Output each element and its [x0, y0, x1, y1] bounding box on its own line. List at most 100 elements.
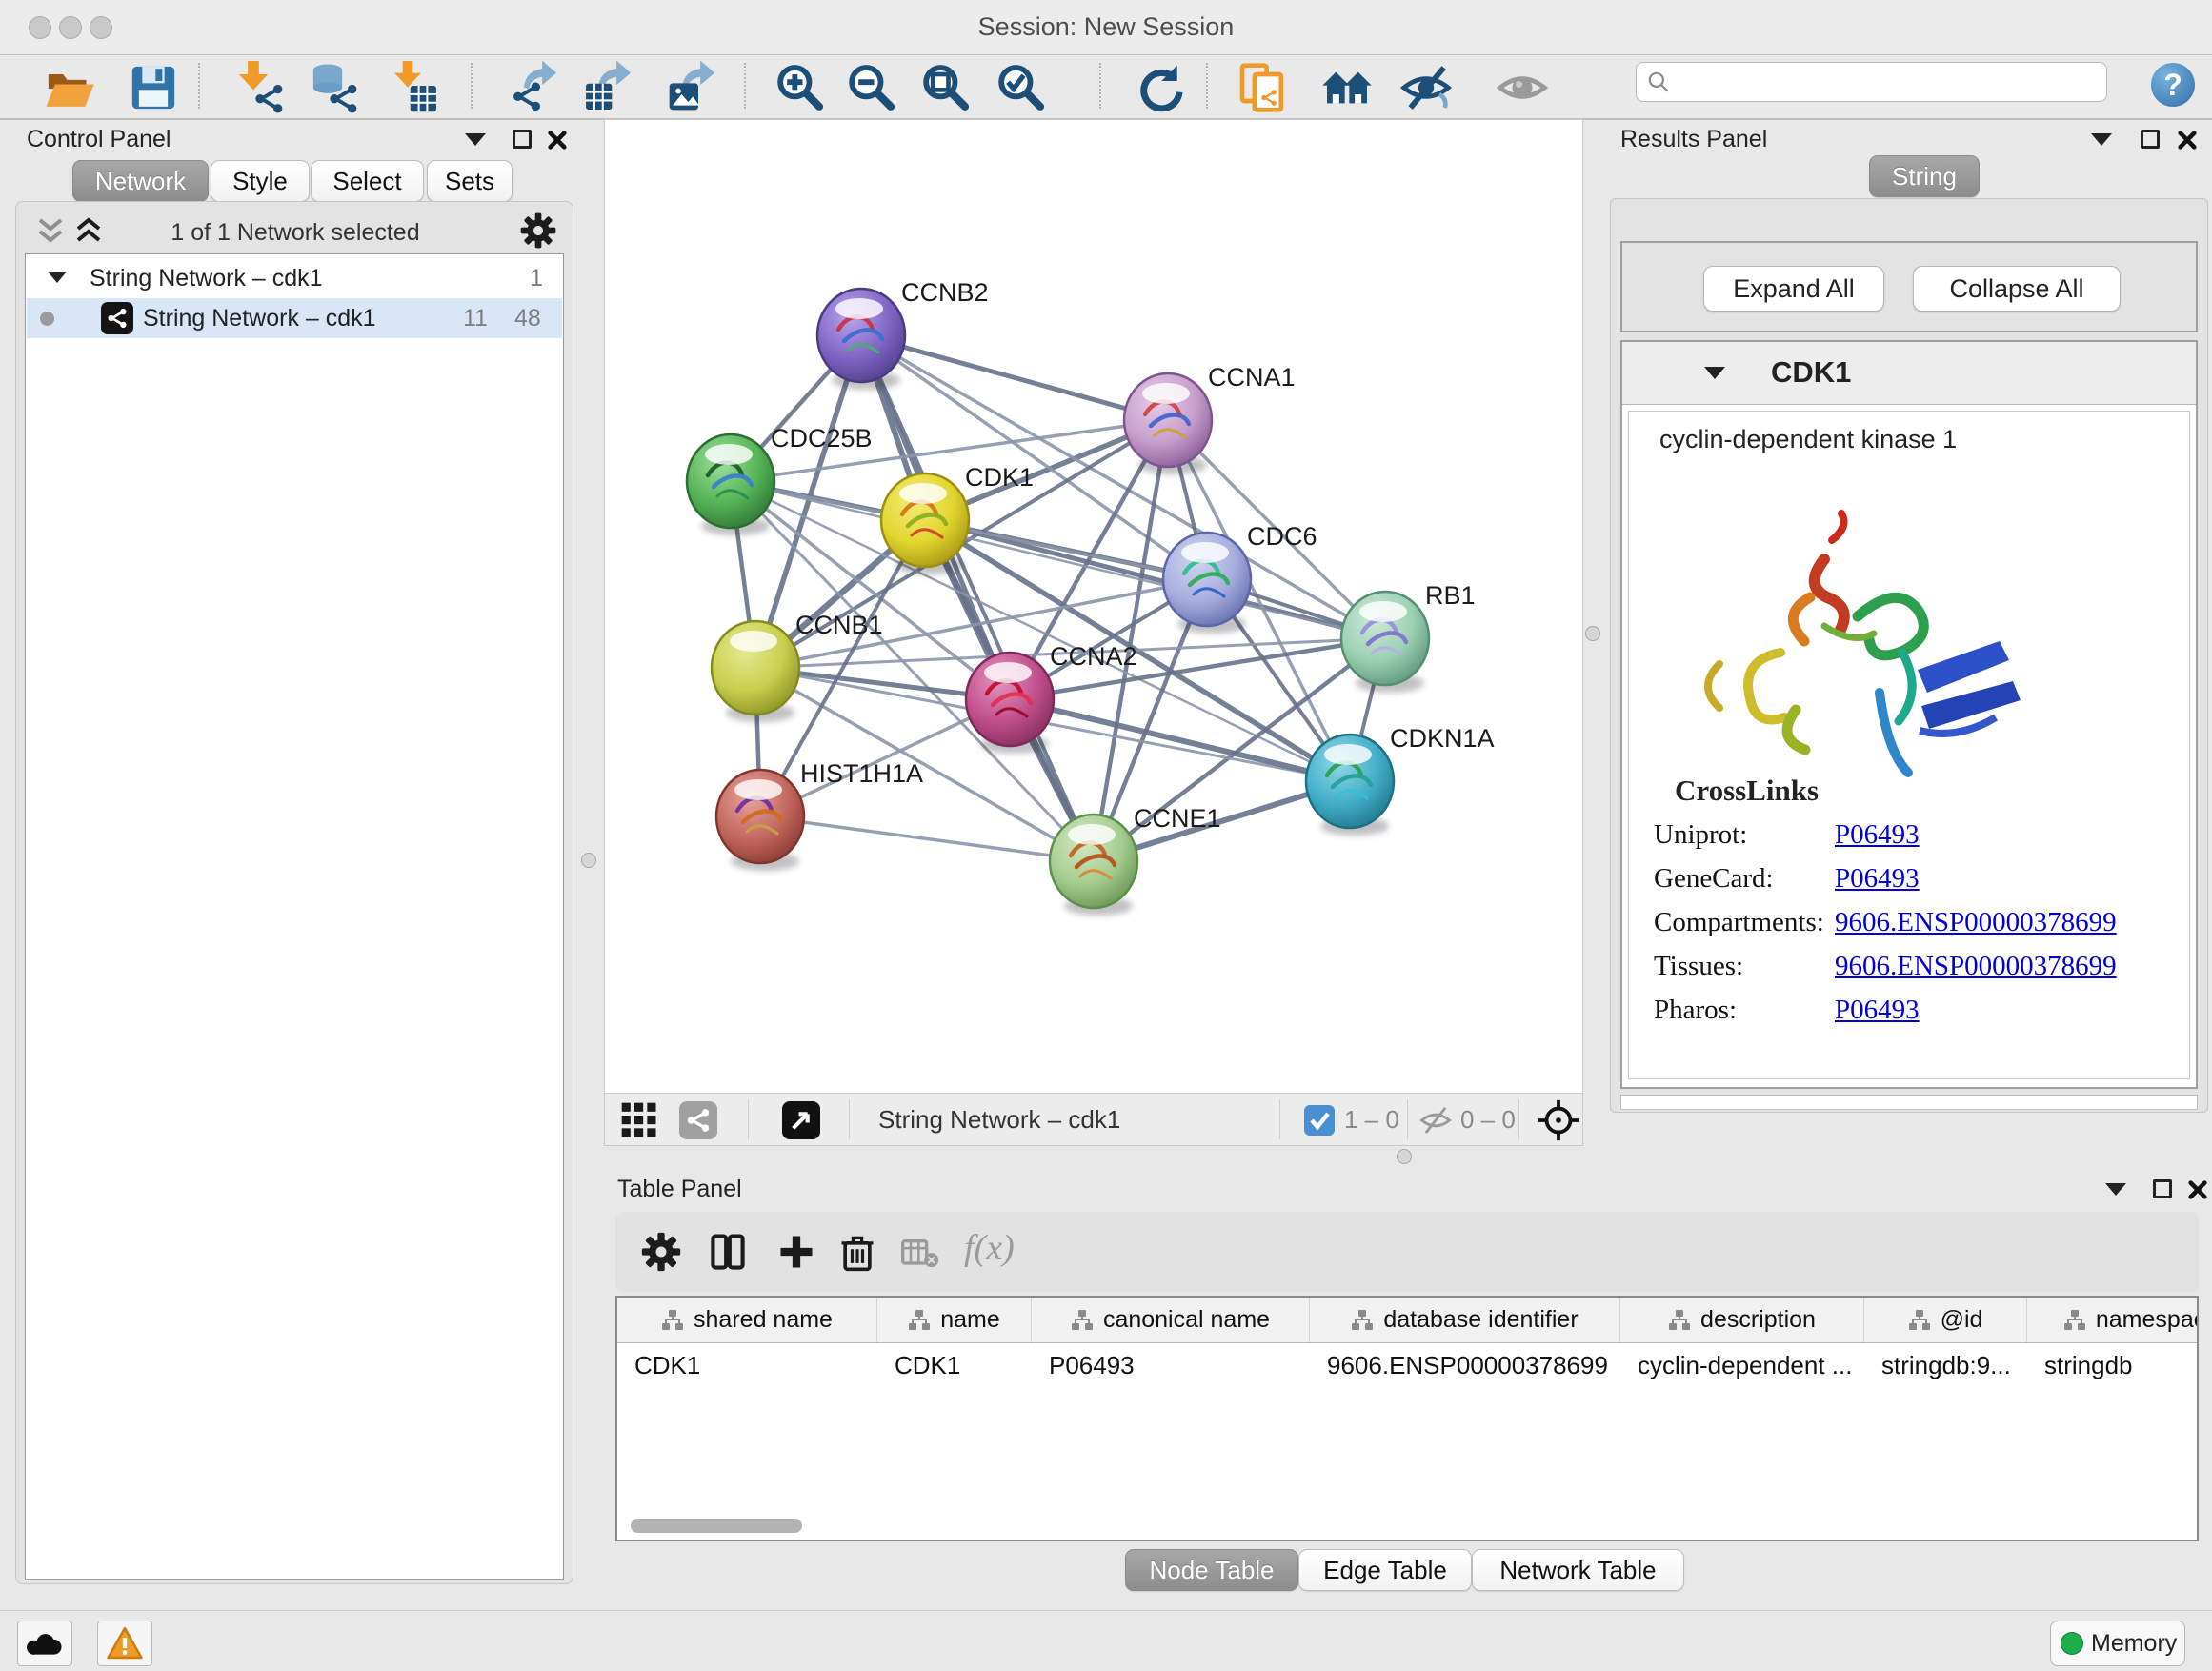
edge-hist1h1a-ccne1[interactable]: [760, 816, 1094, 861]
node-label-ccna2: CCNA2: [1050, 642, 1137, 671]
create-column-plus-icon[interactable]: [775, 1231, 817, 1273]
panel-float-icon[interactable]: [513, 130, 532, 149]
tab-style[interactable]: Style: [211, 160, 310, 202]
node-result-header[interactable]: CDK1: [1622, 342, 2196, 405]
node-ccnb1[interactable]: CCNB1: [712, 611, 883, 722]
collapse-all-button[interactable]: Collapse All: [1913, 266, 2121, 312]
import-network-database-icon[interactable]: [308, 61, 361, 114]
crosslink-link[interactable]: 9606.ENSP00000378699: [1835, 951, 2117, 982]
crosslink-link[interactable]: P06493: [1835, 819, 1920, 851]
column-header-shared-name[interactable]: shared name: [617, 1298, 877, 1342]
table-row[interactable]: CDK1CDK1P064939606.ENSP00000378699cyclin…: [617, 1343, 2197, 1387]
column-header-id[interactable]: @id: [1864, 1298, 2027, 1342]
panel-close-icon[interactable]: [547, 130, 568, 151]
panel-float-icon[interactable]: [2153, 1179, 2172, 1198]
hidden-eye-icon[interactable]: [1418, 1105, 1453, 1136]
horizontal-splitter-handle[interactable]: [1397, 1149, 1412, 1164]
table-cell[interactable]: CDK1: [617, 1343, 877, 1387]
export-network-icon[interactable]: [507, 61, 560, 114]
column-type-icon: [1071, 1309, 1094, 1332]
panel-menu-icon[interactable]: [465, 133, 486, 146]
column-header-description[interactable]: description: [1620, 1298, 1864, 1342]
node-cdkn1a[interactable]: CDKN1A: [1306, 724, 1495, 836]
vertical-splitter-handle[interactable]: [1585, 626, 1600, 641]
memory-button[interactable]: Memory: [2050, 1621, 2185, 1666]
save-session-icon[interactable]: [127, 61, 180, 114]
table-cell[interactable]: stringdb: [2027, 1343, 2199, 1387]
node-ccne1[interactable]: CCNE1: [1050, 804, 1221, 916]
birds-eye-view-icon[interactable]: [782, 1101, 820, 1139]
network-canvas[interactable]: CCNB2CCNA1CDC25BCDK1CDC6RB1CCNB1CCNA2CDK…: [605, 120, 1582, 1093]
column-header-namespace[interactable]: namespace: [2027, 1298, 2199, 1342]
column-header-database-identifier[interactable]: database identifier: [1310, 1298, 1620, 1342]
zoom-in-icon[interactable]: [773, 61, 826, 114]
panel-menu-icon[interactable]: [2105, 1183, 2126, 1196]
table-cell[interactable]: stringdb:9...: [1864, 1343, 2027, 1387]
tab-sets[interactable]: Sets: [427, 160, 513, 202]
column-header-name[interactable]: name: [877, 1298, 1032, 1342]
first-neighbors-icon[interactable]: [1320, 61, 1374, 114]
apply-layout-icon[interactable]: [1133, 61, 1186, 114]
node-rb1[interactable]: RB1: [1341, 581, 1476, 693]
table-cell[interactable]: P06493: [1032, 1343, 1310, 1387]
column-header-canonical-name[interactable]: canonical name: [1032, 1298, 1310, 1342]
table-cell[interactable]: cyclin-dependent ...: [1620, 1343, 1864, 1387]
tab-edge-table[interactable]: Edge Table: [1298, 1549, 1472, 1591]
selected-nodes-checkbox[interactable]: [1304, 1105, 1335, 1136]
node-hist1h1a[interactable]: HIST1H1A: [716, 759, 923, 871]
help-button[interactable]: ?: [2151, 63, 2195, 107]
show-all-eye-icon[interactable]: [1496, 61, 1549, 114]
hide-selection-eye-icon[interactable]: [1399, 61, 1453, 114]
export-table-icon[interactable]: [581, 61, 634, 114]
network-share-view-icon[interactable]: [679, 1101, 717, 1139]
network-options-gear-icon[interactable]: [519, 211, 557, 250]
results-scrollbar-track[interactable]: [1620, 1095, 2198, 1110]
node-description: cyclin-dependent kinase 1: [1659, 425, 1957, 454]
import-network-file-icon[interactable]: [233, 61, 287, 114]
vertical-splitter-handle[interactable]: [581, 853, 596, 868]
edge-ccnb2-ccna1[interactable]: [861, 335, 1168, 420]
network-icon: [101, 302, 133, 334]
status-bar: Memory: [0, 1610, 2212, 1671]
delete-column-trash-icon[interactable]: [836, 1231, 878, 1273]
table-cell[interactable]: CDK1: [877, 1343, 1032, 1387]
network-tree-root-row[interactable]: String Network – cdk1 1: [27, 258, 562, 298]
clone-network-icon[interactable]: [1236, 61, 1289, 114]
zoom-selected-icon[interactable]: [994, 61, 1047, 114]
open-session-icon[interactable]: [43, 61, 96, 114]
panel-close-icon[interactable]: [2177, 130, 2198, 151]
crosslink-label: Pharos:: [1654, 995, 1737, 1025]
fit-selected-crosshair-icon[interactable]: [1537, 1098, 1580, 1142]
zoom-fit-icon[interactable]: [918, 61, 972, 114]
network-row-selected[interactable]: String Network – cdk1 11 48: [27, 298, 562, 338]
collapse-entry-icon[interactable]: [1704, 367, 1725, 379]
search-input[interactable]: [1671, 69, 2081, 95]
crosslink-link[interactable]: P06493: [1835, 995, 1920, 1026]
node-ccna1[interactable]: CCNA1: [1124, 363, 1296, 474]
tab-string[interactable]: String: [1869, 155, 1980, 197]
crosslink-label: GeneCard:: [1654, 863, 1774, 894]
tab-select[interactable]: Select: [311, 160, 424, 202]
export-image-icon[interactable]: [665, 61, 718, 114]
expand-all-button[interactable]: Expand All: [1703, 266, 1884, 312]
node-ccnb2[interactable]: CCNB2: [817, 278, 989, 390]
crosslink-link[interactable]: 9606.ENSP00000378699: [1835, 907, 2117, 938]
panel-menu-icon[interactable]: [2091, 133, 2112, 146]
tree-expand-icon[interactable]: [48, 272, 67, 283]
tab-network[interactable]: Network: [72, 160, 209, 202]
warning-status-button[interactable]: [97, 1621, 152, 1666]
tab-node-table[interactable]: Node Table: [1125, 1549, 1298, 1591]
panel-float-icon[interactable]: [2141, 130, 2160, 149]
network-edge-count: 48: [514, 305, 541, 332]
panel-close-icon[interactable]: [2187, 1179, 2208, 1200]
show-columns-icon[interactable]: [707, 1231, 749, 1273]
zoom-out-icon[interactable]: [844, 61, 897, 114]
crosslink-link[interactable]: P06493: [1835, 863, 1920, 895]
tab-network-table[interactable]: Network Table: [1472, 1549, 1684, 1591]
table-cell[interactable]: 9606.ENSP00000378699: [1310, 1343, 1620, 1387]
horizontal-scrollbar-thumb[interactable]: [631, 1519, 802, 1533]
import-table-file-icon[interactable]: [388, 61, 441, 114]
grid-view-icon[interactable]: [620, 1101, 658, 1139]
cloud-status-button[interactable]: [17, 1621, 72, 1666]
table-settings-gear-icon[interactable]: [640, 1231, 682, 1273]
